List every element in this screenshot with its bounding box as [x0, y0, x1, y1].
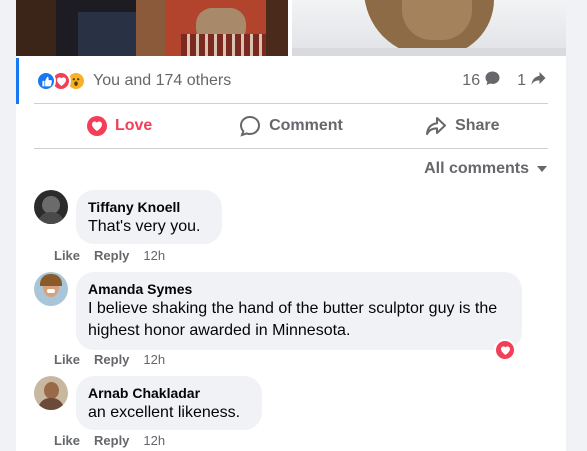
- love-button-label: Love: [114, 117, 153, 134]
- comment-text: an excellent likeness.: [88, 404, 241, 421]
- love-filled-icon: [86, 116, 107, 136]
- comment-reply-link[interactable]: Reply: [94, 248, 129, 263]
- comment-actions: Like Reply 12h: [54, 352, 179, 367]
- comment-like-link[interactable]: Like: [54, 433, 80, 448]
- comment-count[interactable]: 16: [462, 72, 480, 90]
- post-photo-right[interactable]: [292, 0, 566, 56]
- comment-like-link[interactable]: Like: [54, 352, 80, 367]
- comment-like-link[interactable]: Like: [54, 248, 80, 263]
- comment-text: I believe shaking the hand of the butter…: [88, 300, 498, 339]
- reaction-summary-text: You and 174 others: [93, 72, 232, 89]
- action-bar: Love Comment Share: [34, 104, 548, 148]
- post-photo-left[interactable]: [16, 0, 288, 56]
- comment-author[interactable]: Tiffany Knoell: [88, 198, 210, 216]
- comment-sort-label: All comments: [424, 160, 529, 177]
- comment-author[interactable]: Amanda Symes: [88, 280, 510, 298]
- unread-indicator: [16, 58, 19, 104]
- comment-bubble: Arnab Chakladar an excellent likeness.: [76, 376, 262, 430]
- avatar[interactable]: [34, 190, 68, 224]
- love-button[interactable]: Love: [34, 104, 205, 148]
- share-button-label: Share: [455, 117, 500, 134]
- comment-love-reaction-icon[interactable]: [494, 339, 516, 361]
- comment-actions: Like Reply 12h: [54, 248, 179, 263]
- like-icon: [36, 71, 56, 91]
- comment-actions: Like Reply 12h: [54, 433, 179, 448]
- comment-timestamp[interactable]: 12h: [143, 352, 165, 367]
- comment-reply-link[interactable]: Reply: [94, 433, 129, 448]
- comment-timestamp[interactable]: 12h: [143, 433, 165, 448]
- share-arrow-icon: [530, 70, 547, 91]
- share-button[interactable]: Share: [377, 104, 548, 148]
- caret-down-icon: [537, 160, 547, 178]
- comment-icon: [239, 115, 261, 137]
- divider: [34, 148, 548, 149]
- comment-button[interactable]: Comment: [205, 104, 376, 148]
- comment-reply-link[interactable]: Reply: [94, 352, 129, 367]
- comment-text: That's very you.: [88, 218, 201, 235]
- comment-timestamp[interactable]: 12h: [143, 248, 165, 263]
- reaction-summary[interactable]: You and 174 others: [36, 70, 231, 92]
- avatar[interactable]: [34, 272, 68, 306]
- comment-button-label: Comment: [269, 117, 343, 134]
- comment-sort-dropdown[interactable]: All comments: [424, 160, 547, 178]
- comment-bubble: Tiffany Knoell That's very you.: [76, 190, 222, 244]
- avatar[interactable]: [34, 376, 68, 410]
- share-icon: [425, 115, 447, 137]
- engagement-counts: 16 1: [462, 70, 547, 91]
- comment-bubble: Amanda Symes I believe shaking the hand …: [76, 272, 522, 350]
- comment-author[interactable]: Arnab Chakladar: [88, 384, 250, 402]
- comment-bubble-icon: [484, 70, 501, 91]
- share-count[interactable]: 1: [517, 72, 526, 90]
